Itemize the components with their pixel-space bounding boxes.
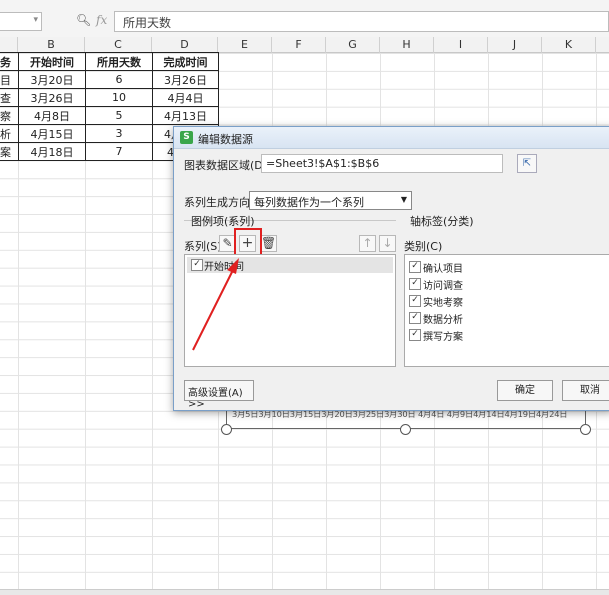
table-header-cell[interactable]: 开始时间 <box>18 52 86 71</box>
move-up-button[interactable]: ↑ <box>359 235 376 252</box>
ok-button[interactable]: 确定 <box>497 380 553 401</box>
trash-icon: 🗑︎ <box>261 236 277 250</box>
series-label: 系列(S) <box>184 240 222 253</box>
category-list[interactable]: ✓ 确认项目 ✓ 访问调查 ✓ 实地考察 ✓ 数据分析 ✓ 撰写方案 <box>404 254 609 367</box>
category-item-label: 实地考察 <box>423 298 463 309</box>
table-cell[interactable]: 查 <box>0 88 19 107</box>
legend-group-label: 图例项(系列) <box>191 215 255 228</box>
orientation-value: 每列数据作为一个系列 <box>254 196 364 209</box>
table-cell[interactable]: 4月18日 <box>18 142 86 161</box>
arrow-up-icon: ↑ <box>362 236 373 250</box>
series-list[interactable]: ✓ 开始时间 <box>184 254 396 367</box>
column-header: B C D E F G H I J K <box>0 37 609 53</box>
table-cell[interactable]: 6 <box>85 70 153 89</box>
cancel-button[interactable]: 取消 <box>562 380 609 401</box>
advanced-settings-button[interactable]: 高级设置(A) >> <box>184 380 254 410</box>
category-item-label: 访问调查 <box>423 281 463 292</box>
table-row: 目 3月20日 6 3月26日 <box>0 70 219 89</box>
search-icon[interactable]: 🔍︎ <box>76 13 91 27</box>
table-cell[interactable]: 5 <box>85 106 153 125</box>
dialog-title-bar[interactable]: S 编辑数据源 <box>174 127 609 149</box>
table-cell[interactable]: 3月20日 <box>18 70 86 89</box>
column-header-j[interactable]: J <box>488 37 542 53</box>
table-cell[interactable]: 4月13日 <box>152 106 219 125</box>
column-header-a[interactable] <box>0 37 18 53</box>
sheet-tab-bar <box>0 589 609 595</box>
table-cell[interactable]: 3月26日 <box>18 88 86 107</box>
axis-group-label: 轴标签(分类) <box>410 215 474 228</box>
category-item-label: 确认项目 <box>423 264 463 275</box>
checkbox[interactable]: ✓ <box>409 278 421 290</box>
fx-icon[interactable]: fx <box>96 13 107 27</box>
delete-series-button[interactable]: 🗑︎ <box>260 235 277 252</box>
list-item[interactable]: ✓ 访问调查 <box>409 276 609 292</box>
name-box[interactable]: ▾ <box>0 12 42 31</box>
checkbox[interactable]: ✓ <box>409 312 421 324</box>
table-cell[interactable]: 析 <box>0 124 19 143</box>
table-cell[interactable]: 4月8日 <box>18 106 86 125</box>
table-cell[interactable]: 察 <box>0 106 19 125</box>
chevron-down-icon: ▼ <box>400 195 407 204</box>
column-header-f[interactable]: F <box>272 37 326 53</box>
arrow-down-icon: ↓ <box>382 236 393 250</box>
column-header-i[interactable]: I <box>434 37 488 53</box>
category-label: 类别(C) <box>404 240 443 253</box>
resize-handle[interactable] <box>221 424 232 435</box>
checkbox[interactable]: ✓ <box>409 261 421 273</box>
checkbox[interactable]: ✓ <box>409 295 421 307</box>
column-header-c[interactable]: C <box>85 37 152 53</box>
column-header-k[interactable]: K <box>542 37 596 53</box>
table-cell[interactable]: 目 <box>0 70 19 89</box>
resize-handle[interactable] <box>400 424 411 435</box>
table-cell[interactable]: 4月4日 <box>152 88 219 107</box>
column-header-g[interactable]: G <box>326 37 380 53</box>
list-item[interactable]: ✓ 撰写方案 <box>409 327 609 343</box>
category-item-label: 数据分析 <box>423 315 463 326</box>
column-header-e[interactable]: E <box>218 37 272 53</box>
formula-bar: ▾ 🔍︎ fx 所用天数 <box>0 0 609 40</box>
table-cell[interactable]: 10 <box>85 88 153 107</box>
range-input[interactable]: =Sheet3!$A$1:$B$6 <box>261 154 503 173</box>
table-row: 查 3月26日 10 4月4日 <box>0 88 219 107</box>
series-item-label: 开始时间 <box>204 262 244 273</box>
table-cell[interactable]: 案 <box>0 142 19 161</box>
list-item[interactable]: ✓ 数据分析 <box>409 310 609 326</box>
list-item[interactable]: ✓ 实地考察 <box>409 293 609 309</box>
column-header-d[interactable]: D <box>152 37 218 53</box>
table-cell[interactable]: 4月15日 <box>18 124 86 143</box>
column-header-b[interactable]: B <box>18 37 85 53</box>
checkbox[interactable]: ✓ <box>191 259 203 271</box>
app-logo-icon: S <box>180 131 193 144</box>
list-item[interactable]: ✓ 确认项目 <box>409 259 609 275</box>
pencil-icon: ✎ <box>222 236 233 250</box>
orientation-select[interactable]: 每列数据作为一个系列 ▼ <box>249 191 412 210</box>
range-select-icon[interactable]: ⇱ <box>517 154 537 173</box>
table-header-cell[interactable]: 完成时间 <box>152 52 219 71</box>
checkbox[interactable]: ✓ <box>409 329 421 341</box>
dialog-title: 编辑数据源 <box>198 133 253 146</box>
table-cell[interactable]: 3 <box>85 124 153 143</box>
table-header-row: 务 开始时间 所用天数 完成时间 <box>0 52 219 71</box>
edit-data-source-dialog: S 编辑数据源 图表数据区域(D)： =Sheet3!$A$1:$B$6 ⇱ 系… <box>173 126 609 411</box>
resize-handle[interactable] <box>580 424 591 435</box>
move-down-button[interactable]: ↓ <box>379 235 396 252</box>
column-header-h[interactable]: H <box>380 37 434 53</box>
list-item[interactable]: ✓ 开始时间 <box>187 257 393 273</box>
chevron-down-icon[interactable]: ▾ <box>33 15 38 25</box>
table-row: 察 4月8日 5 4月13日 <box>0 106 219 125</box>
table-cell[interactable]: 3月26日 <box>152 70 219 89</box>
table-header-cell[interactable]: 所用天数 <box>85 52 153 71</box>
category-item-label: 撰写方案 <box>423 332 463 343</box>
table-cell[interactable]: 7 <box>85 142 153 161</box>
formula-input[interactable]: 所用天数 <box>114 11 609 32</box>
table-header-cell[interactable]: 务 <box>0 52 19 71</box>
